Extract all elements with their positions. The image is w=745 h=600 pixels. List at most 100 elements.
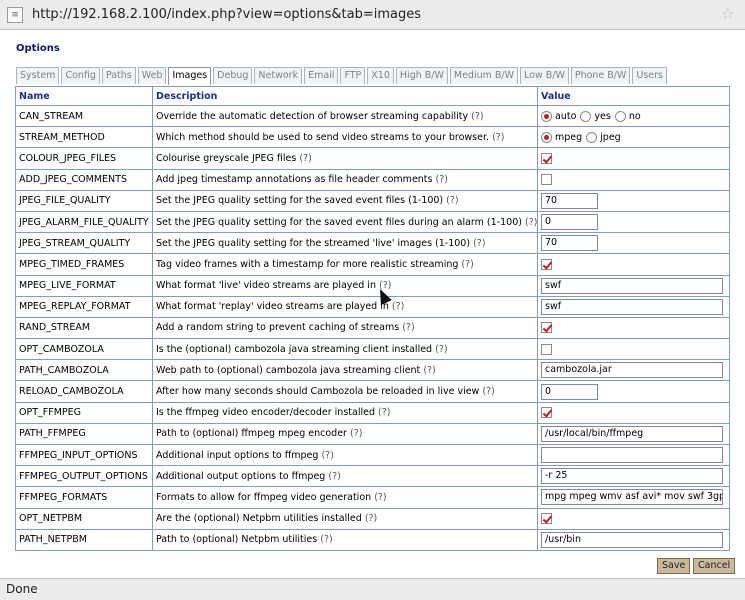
option-description: What format 'replay' video streams are p…: [156, 301, 389, 313]
option-radio-auto[interactable]: [541, 110, 552, 122]
option-name: FFMPEG_INPUT_OPTIONS: [15, 443, 153, 467]
option-description: Web path to (optional) cambozola java st…: [156, 364, 421, 376]
option-checkbox[interactable]: [541, 343, 552, 355]
option-radio-label: mpeg: [555, 131, 583, 143]
option-checkbox[interactable]: [541, 407, 552, 419]
option-text-input[interactable]: mpg mpeg wmv asf avi* mov swf 3gp**: [541, 489, 723, 506]
option-name: OPT_NETPBM: [15, 507, 153, 530]
help-link[interactable]: (?): [436, 174, 448, 185]
option-description-cell: Additional output options to ffmpeg (?): [152, 465, 538, 488]
star-icon[interactable]: ☆: [721, 4, 735, 24]
help-link[interactable]: (?): [482, 386, 494, 397]
option-checkbox[interactable]: [541, 513, 552, 525]
cancel-button[interactable]: Cancel: [693, 558, 736, 574]
option-checkbox[interactable]: [541, 174, 552, 186]
help-link[interactable]: (?): [446, 195, 458, 206]
option-description-cell: Formats to allow for ffmpeg video genera…: [152, 486, 538, 509]
status-bar: Done: [0, 578, 745, 600]
tab-config[interactable]: Config: [61, 67, 100, 84]
help-link[interactable]: (?): [374, 492, 386, 503]
option-value-cell: mpg mpeg wmv asf avi* mov swf 3gp**: [537, 486, 730, 509]
tab-images[interactable]: Images: [168, 67, 212, 85]
tab-network[interactable]: Network: [254, 67, 303, 84]
option-description-cell: Add a random string to prevent caching o…: [152, 316, 538, 340]
help-link[interactable]: (?): [423, 365, 435, 376]
option-description-cell: Which method should be used to send vide…: [152, 126, 538, 149]
option-description: Is the (optional) cambozola java streami…: [156, 343, 433, 355]
page-title: Options: [16, 43, 60, 54]
tab-email[interactable]: Email: [304, 67, 339, 84]
help-link[interactable]: (?): [492, 132, 504, 143]
option-text-input[interactable]: swf: [541, 277, 723, 294]
option-text-input[interactable]: /usr/local/bin/ffmpeg: [541, 425, 723, 442]
help-link[interactable]: (?): [471, 111, 483, 122]
option-radio-label: yes: [594, 110, 611, 122]
option-radio-yes[interactable]: [580, 110, 592, 122]
help-link[interactable]: (?): [435, 344, 447, 355]
tab-paths[interactable]: Paths: [101, 67, 136, 84]
table-header-row: Name Description Value: [15, 86, 730, 106]
option-value-cell: [537, 253, 730, 276]
help-link[interactable]: (?): [473, 238, 485, 249]
tab-x10[interactable]: X10: [367, 67, 394, 84]
tab-ftp[interactable]: FTP: [340, 67, 366, 84]
option-radio-mpeg[interactable]: [541, 131, 552, 143]
option-name: PATH_NETPBM: [15, 528, 153, 551]
tab-high-b-w[interactable]: High B/W: [395, 67, 448, 84]
tab-phone-b-w[interactable]: Phone B/W: [570, 67, 631, 84]
option-text-input[interactable]: swf: [541, 298, 723, 315]
help-link[interactable]: (?): [365, 513, 377, 524]
option-text-input[interactable]: cambozola.jar: [541, 362, 723, 379]
option-text-input[interactable]: [541, 447, 723, 464]
option-checkbox[interactable]: [541, 152, 552, 164]
option-description-cell: What format 'live' video streams are pla…: [152, 274, 538, 297]
table-row: FFMPEG_INPUT_OPTIONS Additional input opt…: [15, 443, 730, 467]
tab-web[interactable]: Web: [137, 67, 167, 84]
table-row: JPEG_STREAM_QUALITY Set the JPEG quality …: [15, 232, 730, 255]
table-row: PATH_FFMPEG Path to (optional) ffmpeg mpe…: [15, 422, 730, 446]
help-link[interactable]: (?): [402, 322, 414, 333]
url-field[interactable]: http://192.168.2.100/index.php?view=opti…: [32, 6, 421, 24]
tab-debug[interactable]: Debug: [213, 67, 253, 84]
option-name: CAN_STREAM: [15, 104, 153, 128]
option-text-input[interactable]: 70: [541, 192, 598, 209]
option-text-input[interactable]: -r 25: [541, 468, 723, 485]
option-description: Colourise greyscale JPEG files: [156, 152, 297, 164]
table-row: JPEG_FILE_QUALITY Set the JPEG quality se…: [15, 189, 730, 212]
option-text-input[interactable]: 0: [541, 214, 598, 231]
help-link[interactable]: (?): [320, 534, 332, 545]
option-radio-jpeg[interactable]: [586, 131, 598, 143]
help-link[interactable]: (?): [461, 259, 473, 270]
option-description-cell: Set the JPEG quality setting for the str…: [152, 232, 538, 255]
option-description-cell: Add jpeg timestamp annotations as file h…: [152, 168, 538, 191]
save-button[interactable]: Save: [657, 558, 691, 574]
help-link[interactable]: (?): [525, 217, 537, 228]
option-checkbox[interactable]: [541, 322, 552, 334]
table-row: PATH_CAMBOZOLA Web path to (optional) cam…: [15, 359, 730, 382]
option-value-cell: [537, 401, 730, 424]
help-link[interactable]: (?): [350, 428, 362, 439]
address-bar: ≡ http://192.168.2.100/index.php?view=op…: [0, 0, 745, 30]
option-checkbox[interactable]: [541, 258, 552, 270]
option-name: JPEG_STREAM_QUALITY: [15, 232, 153, 255]
tab-users[interactable]: Users: [632, 67, 668, 84]
option-description: Set the JPEG quality setting for the str…: [156, 237, 471, 249]
table-row: OPT_FFMPEG Is the ffmpeg video encoder/de…: [15, 401, 730, 424]
help-link[interactable]: (?): [328, 471, 340, 482]
option-text-input[interactable]: 70: [541, 235, 598, 252]
option-description-cell: Is the ffmpeg video encoder/decoder inst…: [152, 401, 538, 424]
help-link[interactable]: (?): [321, 450, 333, 461]
table-row: ADD_JPEG_COMMENTS Add jpeg timestamp anno…: [15, 168, 730, 191]
help-link[interactable]: (?): [299, 153, 311, 164]
help-link[interactable]: (?): [392, 301, 404, 312]
status-text: Done: [6, 582, 38, 596]
tab-system[interactable]: System: [16, 67, 60, 84]
tab-medium-b-w[interactable]: Medium B/W: [449, 67, 518, 84]
tab-low-b-w[interactable]: Low B/W: [520, 67, 569, 84]
option-text-input[interactable]: /usr/bin: [541, 531, 723, 548]
option-text-input[interactable]: 0: [541, 383, 598, 400]
help-link[interactable]: (?): [378, 407, 390, 418]
page-icon: ≡: [7, 7, 23, 23]
option-description: Override the automatic detection of brow…: [156, 110, 469, 122]
option-radio-no[interactable]: [614, 110, 626, 122]
